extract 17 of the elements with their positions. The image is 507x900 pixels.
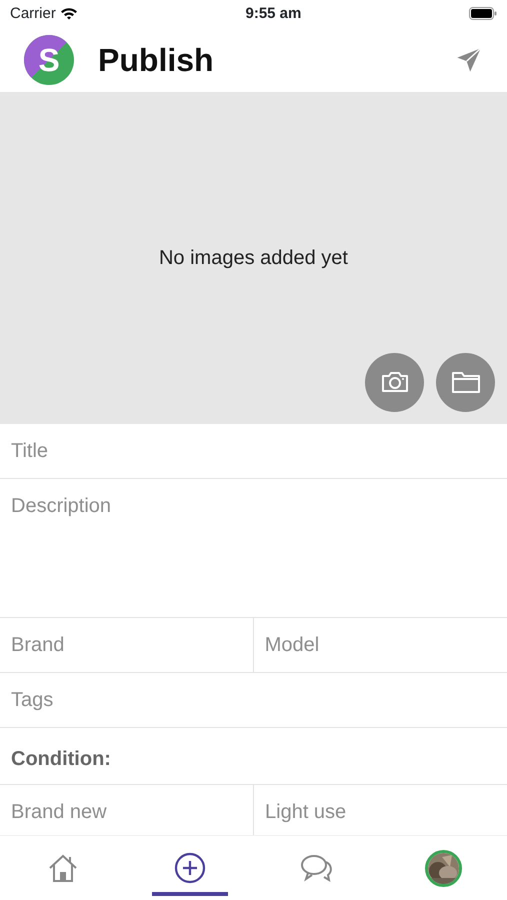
condition-option[interactable]: Brand new bbox=[0, 785, 253, 836]
add-icon bbox=[174, 852, 206, 884]
folder-icon bbox=[450, 370, 480, 394]
chat-icon bbox=[298, 853, 335, 884]
battery-icon bbox=[469, 7, 497, 20]
send-button[interactable] bbox=[455, 46, 483, 74]
brand-field[interactable]: Brand bbox=[0, 618, 254, 674]
empty-images-text: No images added yet bbox=[158, 246, 348, 272]
condition-label: Condition: bbox=[0, 728, 507, 786]
wifi-icon bbox=[60, 7, 78, 20]
carrier-label: Carrier bbox=[10, 4, 56, 24]
send-icon bbox=[455, 46, 483, 74]
condition-option[interactable]: Light use bbox=[253, 785, 507, 836]
status-time: 9:55 am bbox=[245, 4, 302, 24]
camera-icon bbox=[380, 370, 410, 394]
home-icon bbox=[47, 853, 80, 884]
page-title: Publish bbox=[98, 40, 215, 80]
